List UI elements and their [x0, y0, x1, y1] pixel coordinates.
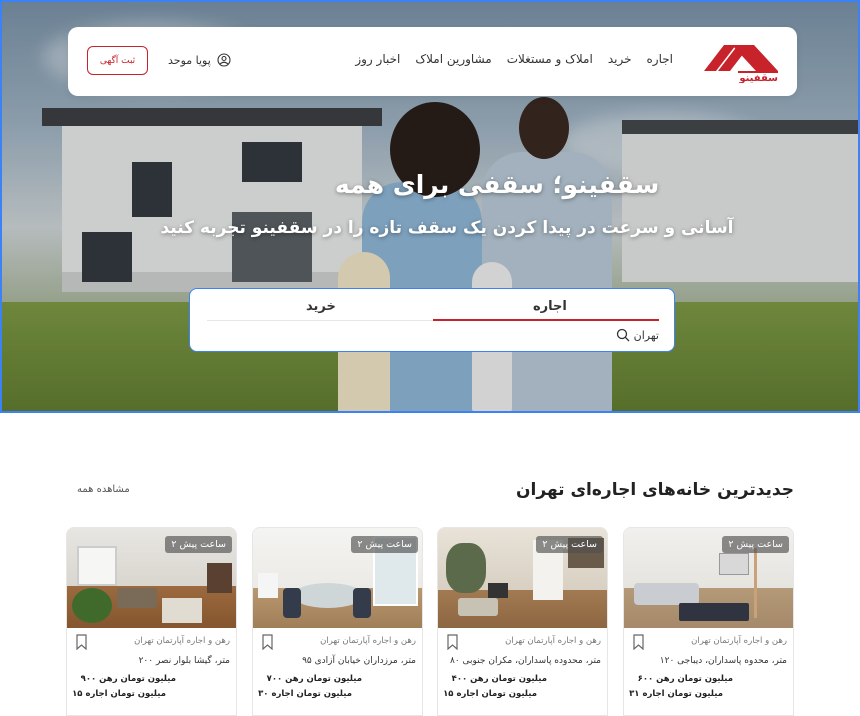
listing-card[interactable]: ۲ ساعت پیش رهن و اجاره آپارتمان تهران ۹۵… [252, 527, 423, 716]
section-title: جدیدترین خانه‌های اجاره‌ای تهران [516, 480, 794, 500]
listing-rent: ۳۱ میلیون تومان اجاره [629, 689, 723, 699]
listing-rent: ۱۵ میلیون تومان اجاره [72, 689, 166, 699]
time-badge: ۲ ساعت پیش [536, 536, 603, 553]
listing-address: ۸۰ متر، محدوده پاسداران، مکران جنوبی [450, 656, 601, 666]
nav-real-estate[interactable]: املاک و مستغلات [507, 52, 593, 66]
user-menu[interactable]: پویا موحد [168, 53, 231, 67]
search-input[interactable]: تهران [616, 328, 659, 342]
nav-rent[interactable]: اجاره [647, 52, 674, 66]
active-tab-indicator [433, 319, 659, 321]
bookmark-icon[interactable] [75, 634, 88, 650]
search-box: اجاره خرید تهران [189, 288, 675, 352]
listing-type: رهن و اجاره آپارتمان تهران [320, 636, 416, 646]
post-ad-button[interactable]: ثبت آگهی [87, 46, 148, 75]
search-value: تهران [633, 328, 659, 342]
nav-agents[interactable]: مشاورین املاک [415, 52, 491, 66]
listing-card[interactable]: ۲ ساعت پیش رهن و اجاره آپارتمان تهران ۱۲… [623, 527, 794, 716]
hero-title: سقفینو؛ سقفی برای همه [334, 170, 660, 199]
see-all-link[interactable]: مشاهده همه [77, 484, 130, 495]
time-badge: ۲ ساعت پیش [165, 536, 232, 553]
listing-card[interactable]: ۲ ساعت پیش رهن و اجاره آپارتمان تهران ۸۰… [437, 527, 608, 716]
listing-type: رهن و اجاره آپارتمان تهران [505, 636, 601, 646]
listing-type: رهن و اجاره آپارتمان تهران [691, 636, 787, 646]
listing-deposit: ۹۰۰ میلیون تومان رهن [80, 674, 176, 684]
hero-banner: سقفینو اجاره خرید املاک و مستغلات مشاوری… [0, 0, 860, 413]
listing-address: ۲۰۰ متر، گیشا بلوار نصر [138, 656, 230, 666]
nav-buy[interactable]: خرید [608, 52, 632, 66]
nav-news[interactable]: اخبار روز [355, 52, 400, 66]
bookmark-icon[interactable] [261, 634, 274, 650]
bookmark-icon[interactable] [632, 634, 645, 650]
listing-address: ۱۲۰ متر، محدوه پاسداران، دیباجی [659, 656, 787, 666]
listing-deposit: ۶۰۰ میلیون تومان رهن [637, 674, 733, 684]
hero-subtitle: آسانی و سرعت در پیدا کردن یک سقف تازه را… [160, 218, 734, 238]
listing-card[interactable]: ۲ ساعت پیش رهن و اجاره آپارتمان تهران ۲۰… [66, 527, 237, 716]
listing-type: رهن و اجاره آپارتمان تهران [134, 636, 230, 646]
listing-deposit: ۴۰۰ میلیون تومان رهن [451, 674, 547, 684]
listing-address: ۹۵ متر، مرزداران خیابان آزادی [302, 656, 416, 666]
bookmark-icon[interactable] [446, 634, 459, 650]
user-name: پویا موحد [168, 53, 211, 67]
listing-rent: ۱۵ میلیون تومان اجاره [443, 689, 537, 699]
listing-rent: ۳۰ میلیون تومان اجاره [258, 689, 352, 699]
listing-deposit: ۷۰۰ میلیون تومان رهن [266, 674, 362, 684]
time-badge: ۲ ساعت پیش [722, 536, 789, 553]
tab-buy[interactable]: خرید [306, 299, 336, 314]
logo[interactable]: سقفینو [698, 41, 780, 83]
user-icon [217, 53, 231, 67]
nav-links: اجاره خرید املاک و مستغلات مشاورین املاک… [340, 52, 673, 66]
time-badge: ۲ ساعت پیش [351, 536, 418, 553]
search-icon [616, 328, 630, 342]
tab-rent[interactable]: اجاره [533, 299, 567, 314]
brand-name: سقفینو [738, 73, 778, 83]
navbar: سقفینو اجاره خرید املاک و مستغلات مشاوری… [68, 27, 797, 96]
